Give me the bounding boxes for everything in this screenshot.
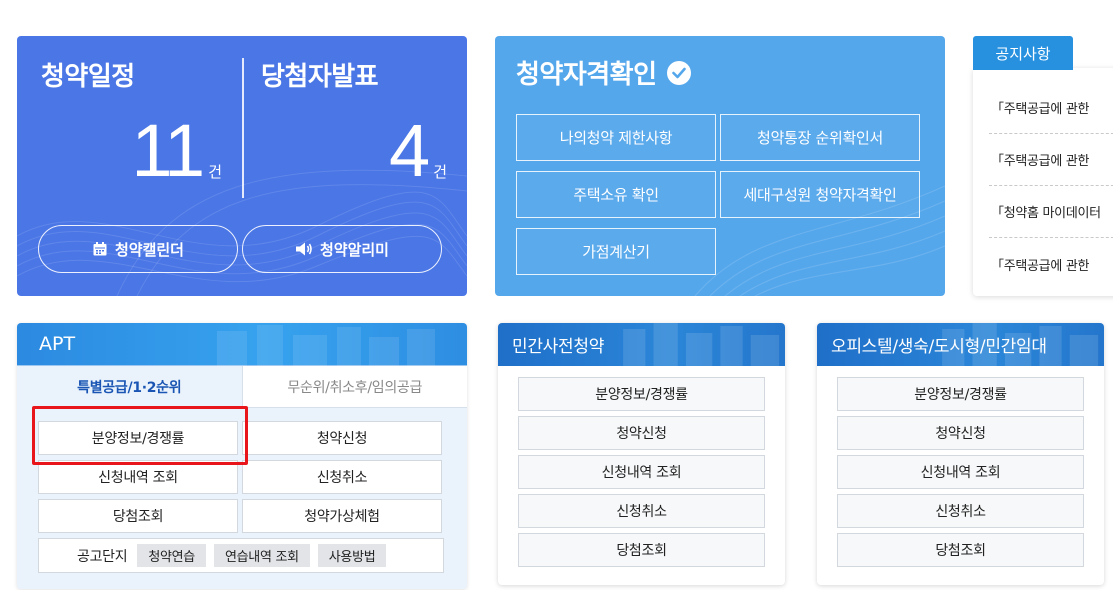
calendar-button[interactable]: 청약캘린더	[38, 225, 238, 273]
notice-item[interactable]: 「청약홈 마이데이터	[989, 186, 1113, 238]
my-subscription-restrictions-button[interactable]: 나의청약 제한사항	[516, 114, 716, 161]
apt-panel: APT 특별공급/1·2순위 무순위/취소후/임의공급 분양정보/경쟁률 청약신…	[17, 323, 467, 589]
winner-lookup-button[interactable]: 당첨조회	[518, 533, 765, 567]
practice-button[interactable]: 청약연습	[137, 544, 206, 567]
winner-announcement-title: 당첨자발표	[261, 62, 379, 92]
schedule-count: 11 건	[131, 114, 222, 188]
calendar-button-label: 청약캘린더	[114, 240, 184, 259]
application-cancel-button[interactable]: 신청취소	[837, 494, 1084, 528]
application-cancel-button[interactable]: 신청취소	[242, 460, 442, 494]
notice-list: 「주택공급에 관한 「주택공급에 관한 「청약홈 마이데이터 「주택공급에 관한	[989, 82, 1113, 290]
calendar-icon	[93, 242, 107, 256]
private-title: 민간사전청약	[512, 337, 605, 357]
schedule-card: 청약일정 11 건 당첨자발표 4 건 청약캘린더 청약알리미	[17, 36, 467, 296]
schedule-title: 청약일정	[41, 62, 135, 92]
sale-info-competition-button[interactable]: 분양정보/경쟁률	[38, 421, 238, 455]
private-pre-subscription-panel: 민간사전청약 분양정보/경쟁률 청약신청 신청내역 조회 신청취소 당첨조회	[498, 323, 785, 585]
sale-info-competition-button[interactable]: 분양정보/경쟁률	[837, 377, 1084, 411]
subscription-apply-button[interactable]: 청약신청	[837, 416, 1084, 450]
notice-complex-label: 공고단지	[77, 548, 128, 565]
schedule-count-unit: 건	[208, 163, 222, 181]
subscription-apply-button[interactable]: 청약신청	[518, 416, 765, 450]
speaker-icon	[295, 242, 312, 256]
qualification-card: 청약자격확인 나의청약 제한사항 청약통장 순위확인서 주택소유 확인 세대구성…	[495, 36, 945, 296]
officetel-title: 오피스텔/생숙/도시형/민간임대	[831, 337, 1047, 357]
schedule-count-number: 11	[131, 109, 205, 192]
tab-special-supply[interactable]: 특별공급/1·2순위	[17, 366, 242, 408]
notice-complex-bar: 공고단지 청약연습 연습내역 조회 사용방법	[38, 538, 444, 573]
application-history-button[interactable]: 신청내역 조회	[837, 455, 1084, 489]
account-ranking-certificate-button[interactable]: 청약통장 순위확인서	[720, 114, 920, 161]
house-ownership-check-button[interactable]: 주택소유 확인	[516, 171, 716, 218]
apt-header: APT	[17, 323, 467, 366]
apt-tabs: 특별공급/1·2순위 무순위/취소후/임의공급	[17, 366, 467, 408]
notice-item[interactable]: 「주택공급에 관한	[989, 82, 1113, 134]
household-member-qualification-button[interactable]: 세대구성원 청약자격확인	[720, 171, 920, 218]
winner-count-number: 4	[389, 109, 430, 192]
alarm-button[interactable]: 청약알리미	[242, 225, 442, 273]
application-history-button[interactable]: 신청내역 조회	[38, 460, 238, 494]
winner-announcement-section[interactable]: 당첨자발표 4 건	[243, 36, 467, 216]
virtual-experience-button[interactable]: 청약가상체험	[242, 499, 442, 533]
tab-unranked-supply[interactable]: 무순위/취소후/임의공급	[241, 366, 467, 408]
application-history-button[interactable]: 신청내역 조회	[518, 455, 765, 489]
qualification-title-text: 청약자격확인	[516, 60, 657, 90]
check-circle-icon	[666, 60, 691, 85]
practice-history-button[interactable]: 연습내역 조회	[213, 544, 310, 567]
notice-item[interactable]: 「주택공급에 관한	[989, 238, 1113, 290]
notice-tab[interactable]: 공지사항	[973, 36, 1073, 70]
schedule-section[interactable]: 청약일정 11 건	[17, 36, 242, 216]
winner-announcement-count: 4 건	[389, 114, 447, 188]
usage-guide-button[interactable]: 사용방법	[317, 544, 387, 567]
qualification-title: 청약자격확인	[516, 54, 691, 91]
apt-title: APT	[39, 333, 76, 355]
winner-count-unit: 건	[433, 163, 447, 181]
subscription-apply-button[interactable]: 청약신청	[242, 421, 442, 455]
alarm-button-label: 청약알리미	[319, 240, 389, 259]
winner-lookup-button[interactable]: 당첨조회	[837, 533, 1084, 567]
officetel-header: 오피스텔/생숙/도시형/민간임대	[817, 323, 1104, 366]
point-calculator-button[interactable]: 가점계산기	[516, 228, 716, 275]
private-header: 민간사전청약	[498, 323, 785, 366]
winner-lookup-button[interactable]: 당첨조회	[38, 499, 238, 533]
building-pattern	[217, 325, 435, 366]
application-cancel-button[interactable]: 신청취소	[518, 494, 765, 528]
sale-info-competition-button[interactable]: 분양정보/경쟁률	[518, 377, 765, 411]
officetel-panel: 오피스텔/생숙/도시형/민간임대 분양정보/경쟁률 청약신청 신청내역 조회 신…	[817, 323, 1104, 585]
notice-card: 「주택공급에 관한 「주택공급에 관한 「청약홈 마이데이터 「주택공급에 관한	[973, 68, 1113, 296]
building-pattern	[622, 323, 779, 366]
notice-item[interactable]: 「주택공급에 관한	[989, 134, 1113, 186]
